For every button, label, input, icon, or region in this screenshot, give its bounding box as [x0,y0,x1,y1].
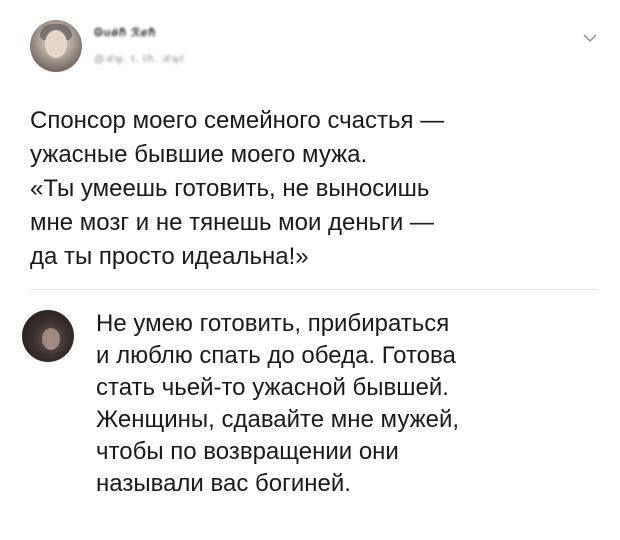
tweet-card: Ꙩuǿℏ ℛℯℏ @ℛꝡ. ℓ. ℓℏ. ℛꝡℓ Спонсор моего с… [0,0,620,285]
reply-text: Не умею готовить, прибираться и люблю сп… [96,310,460,497]
chevron-down-icon[interactable] [582,30,598,46]
author-handle[interactable]: @ℛꝡ. ℓ. ℓℏ. ℛꝡℓ [94,51,185,65]
reply-card: Не умею готовить, прибираться и люблю сп… [0,290,620,540]
author-name[interactable]: Ꙩuǿℏ ℛℯℏ [94,26,156,39]
avatar-face [42,328,60,350]
reply-avatar[interactable] [22,310,74,362]
author-avatar[interactable] [30,20,82,72]
avatar-face [45,30,67,58]
tweet-text: Спонсор моего семейного счастья — ужасны… [30,107,445,270]
